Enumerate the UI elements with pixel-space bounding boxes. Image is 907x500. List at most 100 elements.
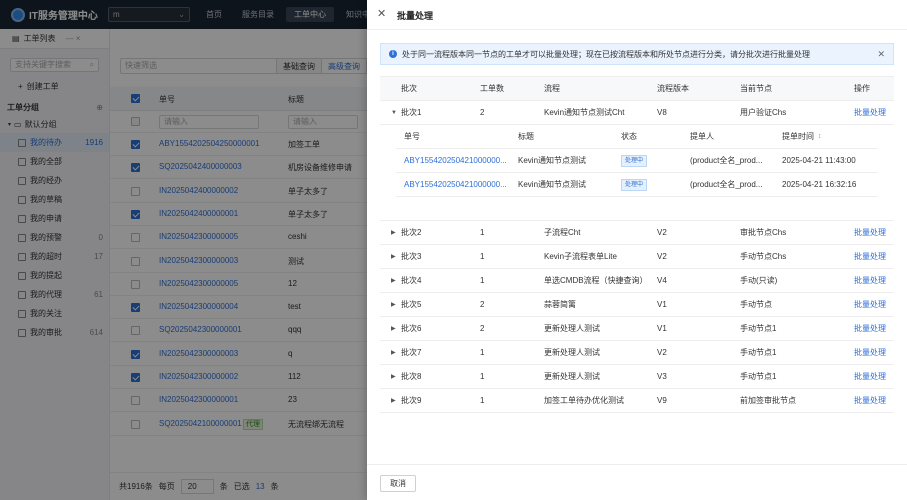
caret-right-icon[interactable]: ▶ [391,389,396,413]
detail-row: ABY155420250421000000... Kevin通知节点测试 处理中 (p… [396,149,878,173]
batch-count: 2 [480,324,485,333]
cancel-button[interactable]: 取消 [380,475,416,492]
caret-right-icon[interactable]: ▶ [391,245,396,269]
batch-process-link[interactable]: 批量处理 [854,221,886,245]
batch-flow: 蒜蓉简篱 [544,300,576,309]
col-header-1: 工单数 [480,84,504,93]
drawer-header: ✕ 批量处理 [367,0,907,30]
caret-right-icon[interactable]: ▶ [391,341,396,365]
batch-row[interactable]: ▼ 批次1 2 Kevin通知节点测试Cht V8 用户验证Chs 批量处理 [380,101,894,125]
batch-count: 1 [480,372,485,381]
batch-flow: 加签工单待办优化测试 [544,396,624,405]
detail-col-0: 单号 [404,132,420,141]
batch-process-link[interactable]: 批量处理 [854,269,886,293]
batch-table-header: 批次 工单数 流程 流程版本 当前节点 操作 [380,77,894,101]
batch-row[interactable]: ▶ 批次6 2 更新处理人测试 V1 手动节点1 批量处理 [380,317,894,341]
batch-node: 审批节点Chs [740,228,787,237]
batch-version: V9 [657,396,667,405]
batch-count: 2 [480,108,485,117]
batch-process-link[interactable]: 批量处理 [854,389,886,413]
batch-name: 批次4 [401,276,422,285]
detail-ticket-no[interactable]: ABY155420250421000000... [404,149,507,173]
detail-ticket-no[interactable]: ABY155420250421000000... [404,173,507,197]
batch-flow: 单选CMDB流程（快捷查询） [544,276,648,285]
detail-col-1: 标题 [518,132,534,141]
batch-node: 手动节点1 [740,324,777,333]
batch-detail: 单号 标题 状态 提单人 提单时间 ↕ ABY155420250421000000... Ke… [380,125,894,221]
detail-time: 2025-04-21 11:43:00 [782,156,856,165]
batch-count: 1 [480,348,485,357]
info-alert: i 处于同一流程版本同一节点的工单才可以批量处理；现在已按流程版本和所处节点进行… [380,43,894,65]
detail-ticket-title: Kevin通知节点测试 [518,180,587,189]
col-header-0: 批次 [401,84,417,93]
caret-right-icon[interactable]: ▶ [391,293,396,317]
col-header-5: 操作 [854,84,870,93]
batch-process-link[interactable]: 批量处理 [854,341,886,365]
drawer-footer: 取消 [367,464,907,500]
close-icon[interactable]: ✕ [377,8,386,20]
batch-version: V2 [657,252,667,261]
batch-row[interactable]: ▶ 批次4 1 单选CMDB流程（快捷查询） V4 手动(只读) 批量处理 [380,269,894,293]
batch-node: 手动节点1 [740,372,777,381]
col-header-3: 流程版本 [657,84,689,93]
sort-icon[interactable]: ↕ [818,125,822,149]
batch-row[interactable]: ▶ 批次7 1 更新处理人测试 V2 手动节点1 批量处理 [380,341,894,365]
drawer-title: 批量处理 [397,11,434,21]
caret-down-icon[interactable]: ▼ [391,101,397,125]
status-badge: 处理中 [621,154,648,167]
batch-version: V4 [657,276,667,285]
col-header-4: 当前节点 [740,84,772,93]
batch-flow: 更新处理人测试 [544,324,600,333]
batch-process-link[interactable]: 批量处理 [854,365,886,389]
batch-flow: Kevin子流程表单Lite [544,252,617,261]
batch-flow: Kevin通知节点测试Cht [544,108,625,117]
batch-node: 手动节点1 [740,348,777,357]
alert-text: 处于同一流程版本同一节点的工单才可以批量处理；现在已按流程版本和所处节点进行分类… [402,49,810,59]
batch-node: 手动(只读) [740,276,778,285]
batch-row[interactable]: ▶ 批次3 1 Kevin子流程表单Lite V2 手动节点Chs 批量处理 [380,245,894,269]
detail-col-4: 提单时间 [782,132,814,141]
batch-count: 1 [480,252,485,261]
caret-right-icon[interactable]: ▶ [391,221,396,245]
detail-time: 2025-04-21 16:32:16 [782,180,857,189]
batch-name: 批次8 [401,372,422,381]
batch-row[interactable]: ▶ 批次9 1 加签工单待办优化测试 V9 前加签审批节点 批量处理 [380,389,894,413]
batch-name: 批次2 [401,228,422,237]
col-header-2: 流程 [544,84,560,93]
batch-count: 1 [480,396,485,405]
batch-process-link[interactable]: 批量处理 [854,293,886,317]
batch-count: 1 [480,276,485,285]
detail-row: ABY155420250421000000... Kevin通知节点测试 处理中 (p… [396,173,878,197]
detail-ticket-title: Kevin通知节点测试 [518,156,587,165]
batch-count: 2 [480,300,485,309]
batch-table-body: ▼ 批次1 2 Kevin通知节点测试Cht V8 用户验证Chs 批量处理 单号 标题 状态 提单… [380,101,894,413]
batch-node: 前加签审批节点 [740,396,796,405]
batch-row[interactable]: ▶ 批次5 2 蒜蓉简篱 V1 手动节点 批量处理 [380,293,894,317]
batch-process-link[interactable]: 批量处理 [854,101,886,125]
batch-name: 批次5 [401,300,422,309]
caret-right-icon[interactable]: ▶ [391,317,396,341]
batch-process-link[interactable]: 批量处理 [854,317,886,341]
batch-flow: 更新处理人测试 [544,372,600,381]
batch-process-link[interactable]: 批量处理 [854,245,886,269]
alert-close-icon[interactable]: ✕ [877,49,885,59]
batch-version: V3 [657,372,667,381]
detail-col-2: 状态 [621,132,637,141]
status-badge: 处理中 [621,178,648,191]
batch-table: 批次 工单数 流程 流程版本 当前节点 操作 ▼ 批次1 2 Kevin通知节点测试Cht V8 用… [380,76,894,413]
detail-status-cell: 处理中 [621,173,648,197]
batch-process-drawer: ✕ 批量处理 i 处于同一流程版本同一节点的工单才可以批量处理；现在已按流程版本… [367,0,907,500]
batch-version: V1 [657,324,667,333]
batch-version: V2 [657,228,667,237]
batch-node: 手动节点 [740,300,772,309]
batch-row[interactable]: ▶ 批次2 1 子流程Cht V2 审批节点Chs 批量处理 [380,221,894,245]
detail-header: 单号 标题 状态 提单人 提单时间 ↕ [396,125,878,149]
batch-name: 批次9 [401,396,422,405]
batch-version: V1 [657,300,667,309]
batch-node: 用户验证Chs [740,108,787,117]
batch-node: 手动节点Chs [740,252,787,261]
batch-name: 批次3 [401,252,422,261]
caret-right-icon[interactable]: ▶ [391,269,396,293]
batch-row[interactable]: ▶ 批次8 1 更新处理人测试 V3 手动节点1 批量处理 [380,365,894,389]
caret-right-icon[interactable]: ▶ [391,365,396,389]
